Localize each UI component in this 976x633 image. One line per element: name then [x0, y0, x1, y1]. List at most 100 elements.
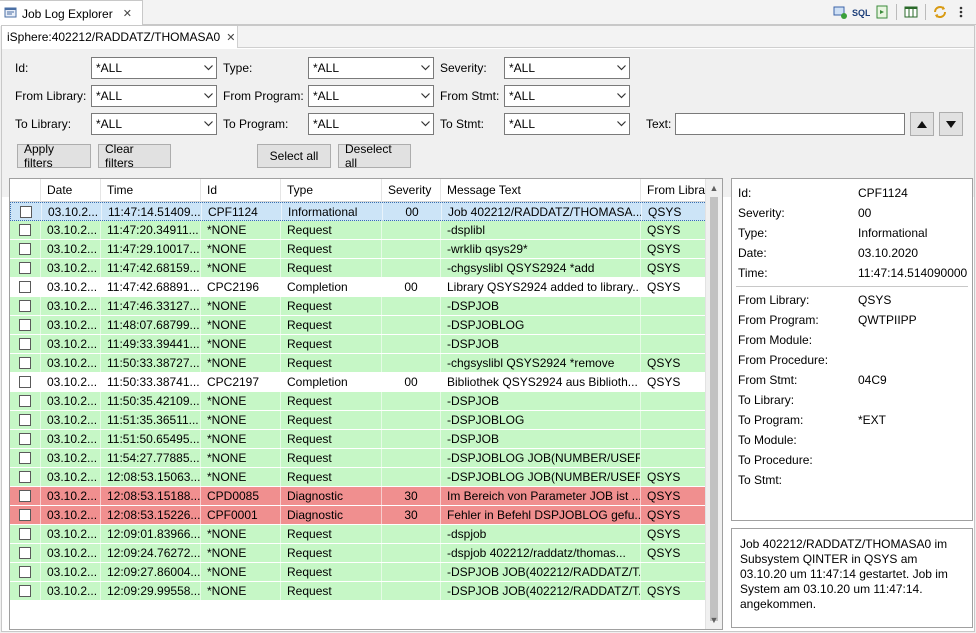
job-log-table[interactable]: Date Time Id Type Severity Message Text …	[9, 178, 723, 630]
filter-from-library-combo[interactable]: *ALL	[91, 85, 217, 107]
scrollbar-thumb[interactable]	[710, 197, 718, 621]
checkbox[interactable]	[19, 319, 31, 331]
column-header-id[interactable]: Id	[201, 179, 281, 202]
column-header-select[interactable]	[10, 179, 41, 202]
view-tab-job-log-explorer[interactable]: Job Log Explorer ✕	[0, 0, 143, 26]
table-row[interactable]: 03.10.2... 12:08:53.15226... CPF0001 Diagno…	[10, 506, 709, 525]
filter-severity-combo[interactable]: *ALL	[504, 57, 630, 79]
row-checkbox[interactable]	[10, 278, 41, 296]
table-row[interactable]: 03.10.2... 11:47:42.68891... CPC2196 Comple…	[10, 278, 709, 297]
vertical-scrollbar[interactable]: ▲ ▼	[705, 179, 722, 629]
table-row[interactable]: 03.10.2... 11:50:33.38741... CPC2197 Comple…	[10, 373, 709, 392]
table-row[interactable]: 03.10.2... 12:09:24.76272... *NONE Request -…	[10, 544, 709, 563]
checkbox[interactable]	[19, 338, 31, 350]
row-checkbox[interactable]	[10, 297, 41, 315]
checkbox[interactable]	[19, 509, 31, 521]
search-up-button[interactable]	[910, 112, 934, 136]
checkbox[interactable]	[19, 243, 31, 255]
row-checkbox[interactable]	[10, 373, 41, 391]
checkbox[interactable]	[19, 433, 31, 445]
checkbox[interactable]	[19, 262, 31, 274]
table-row[interactable]: 03.10.2... 11:49:33.39441... *NONE Request -…	[10, 335, 709, 354]
filter-id-combo[interactable]: *ALL	[91, 57, 217, 79]
scroll-up-icon[interactable]: ▲	[706, 180, 722, 196]
table-row[interactable]: 03.10.2... 11:54:27.77885... *NONE Request -…	[10, 449, 709, 468]
close-icon[interactable]: ✕	[226, 31, 235, 44]
checkbox[interactable]	[19, 376, 31, 388]
row-checkbox[interactable]	[10, 544, 41, 562]
row-checkbox[interactable]	[10, 240, 41, 258]
filter-from-program-combo[interactable]: *ALL	[308, 85, 434, 107]
row-checkbox[interactable]	[10, 582, 41, 600]
column-header-time[interactable]: Time	[101, 179, 201, 202]
column-header-message-text[interactable]: Message Text	[441, 179, 641, 202]
row-checkbox[interactable]	[10, 354, 41, 372]
table-row[interactable]: 03.10.2... 11:51:35.36511... *NONE Request -…	[10, 411, 709, 430]
table-row[interactable]: 03.10.2... 12:08:53.15188... CPD0085 Diagno…	[10, 487, 709, 506]
filter-from-stmt-combo[interactable]: *ALL	[504, 85, 630, 107]
checkbox[interactable]	[19, 490, 31, 502]
table-row[interactable]: 03.10.2... 11:50:33.38727... *NONE Request -…	[10, 354, 709, 373]
clear-filters-button[interactable]: Clear filters	[98, 142, 171, 170]
table-row[interactable]: 03.10.2... 12:09:29.99558... *NONE Request -…	[10, 582, 709, 601]
table-row[interactable]: 03.10.2... 11:47:20.34911... *NONE Request -…	[10, 221, 709, 240]
filter-type-combo[interactable]: *ALL	[308, 57, 434, 79]
checkbox[interactable]	[19, 300, 31, 312]
checkbox[interactable]	[19, 414, 31, 426]
view-menu-icon[interactable]	[952, 3, 970, 21]
row-checkbox[interactable]	[10, 335, 41, 353]
sql-icon[interactable]: SQL	[852, 3, 870, 21]
row-checkbox[interactable]	[10, 506, 41, 524]
column-header-severity[interactable]: Severity	[382, 179, 441, 202]
row-checkbox[interactable]	[10, 221, 41, 239]
apply-filters-button[interactable]: Apply filters	[17, 142, 91, 170]
table-row[interactable]: 03.10.2... 11:51:50.65495... *NONE Request -…	[10, 430, 709, 449]
table-row[interactable]: 03.10.2... 11:47:14.51409... CPF1124 Inform…	[10, 202, 709, 221]
row-checkbox[interactable]	[10, 487, 41, 505]
row-checkbox[interactable]	[10, 563, 41, 581]
search-down-button[interactable]	[939, 112, 963, 136]
filter-to-library-combo[interactable]: *ALL	[91, 113, 217, 135]
table-row[interactable]: 03.10.2... 11:47:29.10017... *NONE Request -…	[10, 240, 709, 259]
filter-to-program-combo[interactable]: *ALL	[308, 113, 434, 135]
checkbox[interactable]	[19, 585, 31, 597]
row-checkbox[interactable]	[11, 203, 42, 221]
table-row[interactable]: 03.10.2... 12:09:01.83966... *NONE Request -…	[10, 525, 709, 544]
row-checkbox[interactable]	[10, 468, 41, 486]
deselect-all-button[interactable]: Deselect all	[338, 142, 411, 170]
row-checkbox[interactable]	[10, 525, 41, 543]
scroll-down-icon[interactable]: ▼	[706, 612, 722, 628]
checkbox[interactable]	[20, 206, 32, 218]
column-header-type[interactable]: Type	[281, 179, 382, 202]
columns-icon[interactable]	[902, 3, 920, 21]
row-checkbox[interactable]	[10, 316, 41, 334]
table-row[interactable]: 03.10.2... 11:48:07.68799... *NONE Request -…	[10, 316, 709, 335]
refresh-icon[interactable]	[931, 3, 949, 21]
checkbox[interactable]	[19, 357, 31, 369]
checkbox[interactable]	[19, 395, 31, 407]
checkbox[interactable]	[19, 224, 31, 236]
close-icon[interactable]: ✕	[123, 7, 132, 20]
checkbox[interactable]	[19, 566, 31, 578]
column-header-from-library[interactable]: From Libra	[641, 179, 707, 202]
table-row[interactable]: 03.10.2... 12:08:53.15063... *NONE Request -…	[10, 468, 709, 487]
table-row[interactable]: 03.10.2... 12:09:27.86004... *NONE Request -…	[10, 563, 709, 582]
table-row[interactable]: 03.10.2... 11:47:46.33127... *NONE Request -…	[10, 297, 709, 316]
checkbox[interactable]	[19, 528, 31, 540]
table-row[interactable]: 03.10.2... 11:47:42.68159... *NONE Request -…	[10, 259, 709, 278]
filter-text-input[interactable]	[675, 113, 905, 135]
checkbox[interactable]	[19, 281, 31, 293]
connect-icon[interactable]	[831, 3, 849, 21]
row-checkbox[interactable]	[10, 430, 41, 448]
column-header-date[interactable]: Date	[41, 179, 101, 202]
checkbox[interactable]	[19, 547, 31, 559]
row-checkbox[interactable]	[10, 259, 41, 277]
export-icon[interactable]	[873, 3, 891, 21]
editor-tab[interactable]: iSphere:402212/RADDATZ/THOMASA0 ✕	[2, 26, 238, 48]
row-checkbox[interactable]	[10, 411, 41, 429]
select-all-button[interactable]: Select all	[257, 144, 331, 168]
checkbox[interactable]	[19, 452, 31, 464]
row-checkbox[interactable]	[10, 449, 41, 467]
table-row[interactable]: 03.10.2... 11:50:35.42109... *NONE Request -…	[10, 392, 709, 411]
filter-to-stmt-combo[interactable]: *ALL	[504, 113, 630, 135]
